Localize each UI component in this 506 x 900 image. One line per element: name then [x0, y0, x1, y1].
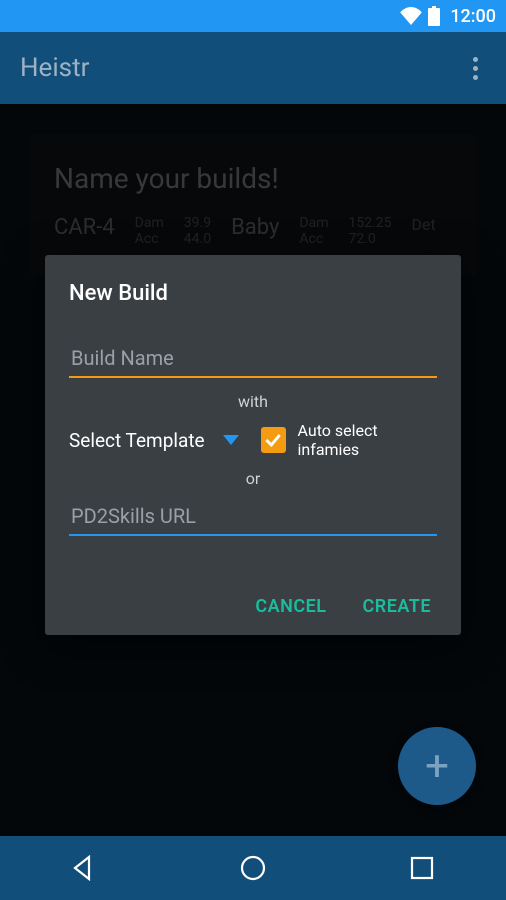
- battery-icon: [428, 6, 440, 26]
- with-label: with: [69, 392, 437, 411]
- new-build-dialog: New Build with Select Template Auto sele…: [45, 255, 461, 635]
- select-template-label: Select Template: [69, 429, 205, 452]
- auto-select-infamies-checkbox[interactable]: [261, 427, 286, 453]
- back-icon[interactable]: [69, 853, 99, 883]
- dialog-actions: CANCEL CREATE: [69, 596, 437, 617]
- select-template-dropdown[interactable]: Select Template: [69, 429, 239, 452]
- recents-icon[interactable]: [407, 853, 437, 883]
- dialog-title: New Build: [69, 281, 437, 306]
- overflow-menu-button[interactable]: [465, 49, 486, 88]
- app-title: Heistr: [20, 53, 89, 83]
- status-time: 12:00: [450, 6, 496, 27]
- build-name-input[interactable]: [69, 340, 437, 378]
- create-button[interactable]: CREATE: [363, 596, 432, 617]
- android-nav-bar: [0, 836, 506, 900]
- pd2skills-url-input[interactable]: [69, 498, 437, 536]
- app-bar: Heistr: [0, 32, 506, 104]
- home-icon[interactable]: [238, 853, 268, 883]
- or-label: or: [69, 469, 437, 488]
- chevron-down-icon: [223, 435, 239, 445]
- add-build-fab[interactable]: +: [398, 727, 476, 805]
- auto-select-infamies-label: Auto select infamies: [298, 421, 437, 459]
- plus-icon: +: [425, 742, 449, 791]
- cancel-button[interactable]: CANCEL: [255, 596, 326, 617]
- check-icon: [263, 430, 283, 450]
- url-field-wrap: [69, 498, 437, 536]
- status-bar: 12:00: [0, 0, 506, 32]
- wifi-icon: [400, 7, 422, 25]
- build-name-field-wrap: [69, 340, 437, 378]
